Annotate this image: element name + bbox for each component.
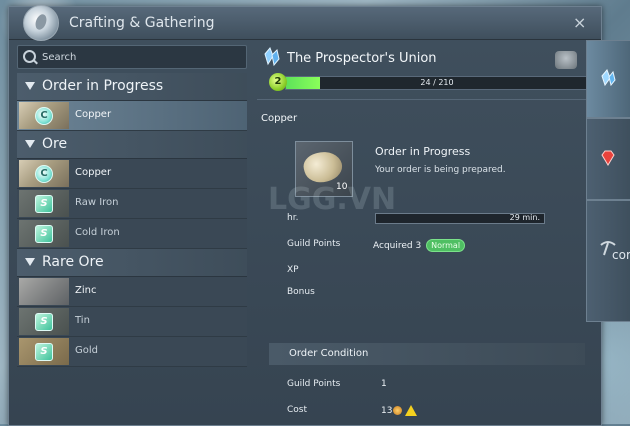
tab-crystal[interactable]	[586, 40, 630, 118]
divider	[257, 99, 599, 100]
order-condition-title: Order Condition	[289, 348, 369, 359]
side-tabs: cor	[586, 40, 630, 410]
list-item-copper-in-progress[interactable]: C Copper	[17, 101, 247, 131]
search-icon	[23, 50, 36, 63]
category-rare-ore[interactable]: Rare Ore	[17, 249, 247, 277]
detail-panel: The Prospector's Union 24 / 210 2 Copper…	[257, 43, 599, 425]
gold-thumbnail: S	[19, 338, 69, 365]
list-item-name: Copper	[75, 167, 112, 178]
time-remaining-text: 29 min.	[509, 213, 540, 222]
cold-iron-thumbnail: S	[19, 220, 69, 247]
acquired-row: Acquired 3 Normal	[373, 239, 466, 252]
list-item-name: Gold	[75, 345, 98, 356]
order-condition-header: Order Condition	[269, 343, 585, 365]
category-label: Order in Progress	[42, 78, 164, 94]
category-order-in-progress[interactable]: Order in Progress	[17, 73, 247, 101]
tab-partial-label: cor	[612, 248, 630, 262]
condition-guild-points-value: 1	[381, 379, 387, 389]
window-title: Crafting & Gathering	[69, 15, 215, 31]
xp-label: XP	[287, 265, 299, 275]
coin-icon	[393, 406, 403, 415]
union-progress-bar: 24 / 210	[285, 76, 589, 90]
list-item-copper[interactable]: C Copper	[17, 159, 247, 189]
collapse-triangle-icon	[25, 258, 35, 266]
bonus-label: Bonus	[287, 287, 315, 297]
list-item-name: Cold Iron	[75, 227, 120, 238]
list-item-gold[interactable]: S Gold	[17, 337, 247, 367]
list-item-name: Copper	[75, 109, 112, 120]
search-box[interactable]	[17, 45, 247, 69]
list-item-name: Tin	[75, 315, 90, 326]
crystal-tab-icon	[601, 69, 616, 87]
guild-points-label: Guild Points	[287, 239, 341, 249]
copper-ore-icon	[300, 147, 346, 187]
collapse-triangle-icon	[25, 140, 35, 148]
tab-gem[interactable]	[586, 118, 630, 200]
condition-guild-points-label: Guild Points	[287, 379, 341, 389]
locked-skill-badge-icon: S	[35, 195, 53, 213]
gathering-badge-icon: C	[35, 165, 53, 183]
locked-skill-badge-icon: S	[35, 343, 53, 361]
locked-skill-badge-icon: S	[35, 313, 53, 331]
titlebar: Crafting & Gathering ×	[9, 5, 601, 41]
union-level-badge: 2	[269, 73, 287, 91]
close-button[interactable]: ×	[573, 13, 586, 32]
union-title: The Prospector's Union	[287, 51, 437, 66]
cost-value: 13	[381, 406, 393, 416]
copper-ore-thumbnail: C	[19, 102, 69, 129]
list-item-cold-iron[interactable]: S Cold Iron	[17, 219, 247, 249]
search-input[interactable]	[40, 48, 244, 66]
order-list: Order in Progress C Copper Ore C Copper	[17, 73, 247, 367]
watermark: LGG.VN	[268, 182, 397, 217]
list-item-zinc[interactable]: Zinc	[17, 277, 247, 307]
grade-badge: Normal	[426, 239, 466, 252]
crystal-union-icon	[264, 47, 280, 67]
list-item-name: Zinc	[75, 285, 97, 296]
zinc-thumbnail	[19, 278, 69, 305]
cost-label: Cost	[287, 405, 308, 415]
cost-row: 13	[381, 405, 418, 416]
category-ore[interactable]: Ore	[17, 131, 247, 159]
crafting-app-icon	[23, 5, 59, 41]
category-label: Ore	[42, 136, 68, 152]
union-progress: 24 / 210 2	[269, 73, 589, 91]
tin-thumbnail: S	[19, 308, 69, 335]
list-item-name: Raw Iron	[75, 197, 119, 208]
raw-iron-thumbnail: S	[19, 190, 69, 217]
locked-skill-badge-icon: S	[35, 225, 53, 243]
time-remaining-bar: 29 min.	[375, 213, 545, 224]
acquired-text: Acquired 3	[373, 241, 422, 251]
category-label: Rare Ore	[42, 254, 104, 270]
collapse-triangle-icon	[25, 82, 35, 90]
warning-icon[interactable]	[405, 405, 418, 416]
detail-item-name: Copper	[261, 113, 298, 124]
list-item-raw-iron[interactable]: S Raw Iron	[17, 189, 247, 219]
gem-tab-icon	[601, 150, 615, 166]
copper-ore-thumbnail: C	[19, 160, 69, 187]
pickaxe-tool-icon[interactable]	[555, 51, 577, 69]
left-panel: Order in Progress C Copper Ore C Copper	[17, 45, 247, 425]
order-status-title: Order in Progress	[375, 145, 471, 158]
list-item-tin[interactable]: S Tin	[17, 307, 247, 337]
order-status-subtitle: Your order is being prepared.	[375, 165, 506, 175]
union-progress-text: 24 / 210	[420, 78, 454, 87]
gathering-badge-icon: C	[35, 107, 53, 125]
